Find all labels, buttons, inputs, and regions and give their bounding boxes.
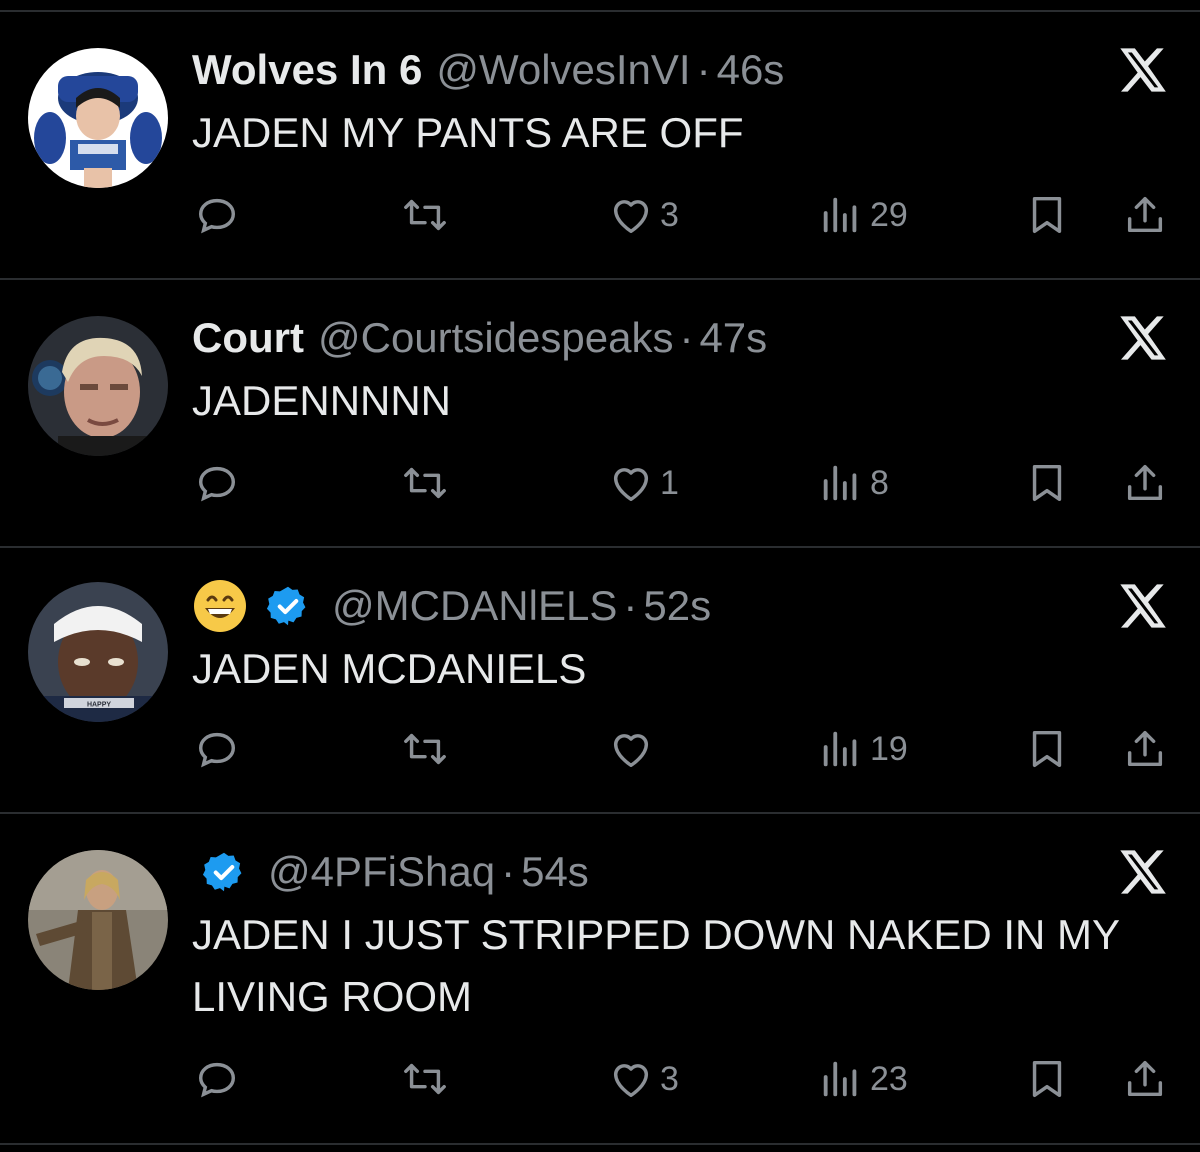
share-button[interactable] <box>1122 460 1168 506</box>
share-button[interactable] <box>1122 192 1168 238</box>
separator-dot: · <box>623 582 638 629</box>
avatar-caption: HAPPY <box>87 702 111 709</box>
tweet-text: JADEN I JUST STRIPPED DOWN NAKED IN MY L… <box>192 911 1120 1020</box>
share-icon <box>1127 730 1163 767</box>
share-icon <box>1127 196 1163 233</box>
like-button[interactable]: 3 <box>608 192 679 238</box>
bookmark-button[interactable] <box>1024 726 1070 772</box>
x-logo-icon[interactable] <box>1116 580 1168 632</box>
views-button[interactable]: 19 <box>818 726 908 772</box>
heart-icon <box>613 1064 649 1098</box>
reply-button[interactable] <box>194 460 240 506</box>
tweet-text: JADEN MY PANTS ARE OFF <box>192 109 744 156</box>
bookmark-button[interactable] <box>1024 460 1070 506</box>
reply-button[interactable] <box>194 1056 240 1102</box>
reply-icon <box>198 198 236 234</box>
views-icon <box>823 197 857 233</box>
retweet-button[interactable] <box>400 192 450 238</box>
divider <box>0 812 1200 814</box>
tweet-actions: 1 8 <box>0 458 1200 508</box>
view-count: 19 <box>870 729 908 768</box>
view-count: 29 <box>870 195 908 234</box>
verified-badge-icon[interactable] <box>202 850 246 894</box>
tweet-actions: 3 23 <box>0 1054 1200 1104</box>
x-logo-icon[interactable] <box>1116 846 1168 898</box>
bookmark-button[interactable] <box>1024 1056 1070 1102</box>
timestamp[interactable]: 54s <box>521 848 589 896</box>
retweet-icon <box>404 199 446 231</box>
handle[interactable]: @MCDANlELS <box>332 582 617 630</box>
view-count: 23 <box>870 1059 908 1098</box>
bookmark-icon <box>1032 1060 1062 1098</box>
tweet-text: JADEN MCDANIELS <box>192 645 587 692</box>
x-logo-icon[interactable] <box>1116 312 1168 364</box>
avatar[interactable] <box>28 48 168 188</box>
views-button[interactable]: 29 <box>818 192 908 238</box>
reply-button[interactable] <box>194 192 240 238</box>
bookmark-icon <box>1032 196 1062 234</box>
share-icon <box>1127 1060 1163 1097</box>
tweet-actions: 19 <box>0 724 1200 774</box>
separator-dot: · <box>501 848 516 895</box>
verified-badge-icon[interactable] <box>266 584 310 628</box>
reply-button[interactable] <box>194 726 240 772</box>
handle[interactable]: @4PFiShaq <box>268 848 495 896</box>
timestamp[interactable]: 46s <box>717 46 785 94</box>
avatar[interactable]: HAPPY <box>28 582 168 722</box>
bookmark-icon <box>1032 464 1062 502</box>
tweet-header: @MCDANlELS · 52s <box>192 576 711 636</box>
like-button[interactable]: 1 <box>608 460 679 506</box>
heart-icon <box>613 734 649 768</box>
like-count: 1 <box>660 463 679 502</box>
x-logo-icon[interactable] <box>1116 44 1168 96</box>
share-button[interactable] <box>1122 726 1168 772</box>
heart-icon <box>613 200 649 234</box>
bookmark-icon <box>1032 730 1062 768</box>
handle[interactable]: @Courtsidespeaks <box>318 314 673 362</box>
like-count: 3 <box>660 195 679 234</box>
timestamp[interactable]: 47s <box>699 314 767 362</box>
avatar[interactable] <box>28 316 168 456</box>
retweet-button[interactable] <box>400 726 450 772</box>
timestamp[interactable]: 52s <box>643 582 711 630</box>
separator-dot: · <box>679 314 694 361</box>
retweet-icon <box>404 467 446 499</box>
share-button[interactable] <box>1122 1056 1168 1102</box>
display-name[interactable]: Wolves In 6 <box>192 46 422 94</box>
bookmark-button[interactable] <box>1024 192 1070 238</box>
separator-dot: · <box>696 46 711 93</box>
reply-icon <box>198 1062 236 1098</box>
avatar[interactable] <box>28 850 168 990</box>
retweet-button[interactable] <box>400 460 450 506</box>
views-icon <box>823 465 857 501</box>
view-count: 8 <box>870 463 889 502</box>
tweet-header: @4PFiShaq · 54s <box>192 842 589 902</box>
handle[interactable]: @WolvesInVI <box>436 46 690 94</box>
like-button[interactable] <box>608 726 660 772</box>
reply-icon <box>198 732 236 768</box>
tweet-actions: 3 29 <box>0 190 1200 240</box>
reply-icon <box>198 466 236 502</box>
views-icon <box>823 1061 857 1097</box>
tweet-header: Wolves In 6 @WolvesInVI · 46s <box>192 40 784 100</box>
display-name[interactable]: Court <box>192 314 304 362</box>
divider <box>0 546 1200 548</box>
grinning-emoji-icon <box>194 580 246 632</box>
divider <box>0 278 1200 280</box>
divider-top <box>0 10 1200 12</box>
retweet-icon <box>404 733 446 765</box>
share-icon <box>1127 464 1163 501</box>
retweet-button[interactable] <box>400 1056 450 1102</box>
tweet-header: Court @Courtsidespeaks · 47s <box>192 308 767 368</box>
like-button[interactable]: 3 <box>608 1056 679 1102</box>
like-count: 3 <box>660 1059 679 1098</box>
heart-icon <box>613 468 649 502</box>
tweet-text: JADENNNNN <box>192 377 452 424</box>
views-button[interactable]: 23 <box>818 1056 908 1102</box>
views-icon <box>823 731 857 767</box>
divider-bottom <box>0 1143 1200 1145</box>
views-button[interactable]: 8 <box>818 460 889 506</box>
retweet-icon <box>404 1063 446 1095</box>
